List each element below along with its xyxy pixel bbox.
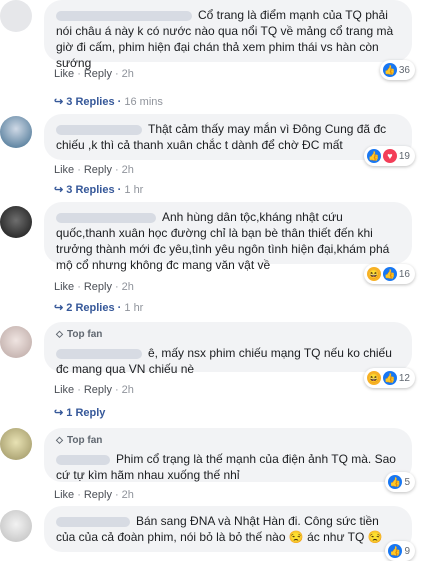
comment-bubble: ⬦ Top fan Phim cổ trạng là thế mạnh của đ…	[44, 428, 412, 482]
top-fan-label: Top fan	[67, 435, 103, 446]
reply-arrow-icon: ↪	[54, 184, 64, 196]
like-link[interactable]: Like	[54, 384, 74, 396]
reply-link[interactable]: Reply	[84, 489, 112, 501]
replies-count: 2 Replies	[66, 302, 115, 314]
timestamp[interactable]: 2h	[122, 281, 134, 293]
timestamp[interactable]: 2h	[122, 489, 134, 501]
timestamp[interactable]: 2h	[122, 384, 134, 396]
view-replies-link[interactable]: ↪ 3 Replies · 1 hr	[54, 183, 143, 196]
badge-icon: ⬦	[56, 329, 63, 340]
reaction-summary[interactable]: 😆 👍 16	[363, 264, 415, 284]
comment-bubble: ⬦ Top fan ê, mấy nsx phim chiếu mạng TQ n…	[44, 322, 412, 376]
reply-link[interactable]: Reply	[84, 281, 112, 293]
avatar[interactable]	[0, 326, 32, 358]
reply-link[interactable]: Reply	[84, 384, 112, 396]
author-name[interactable]	[56, 348, 142, 359]
view-replies-link[interactable]: ↪ 2 Replies · 1 hr	[54, 301, 143, 314]
reaction-count: 9	[404, 545, 410, 557]
author-name[interactable]	[56, 516, 130, 527]
comment-actions: Like · Reply · 2h	[54, 68, 134, 80]
love-icon: ♥	[382, 149, 397, 163]
top-fan-badge: ⬦ Top fan	[56, 327, 400, 343]
reply-link[interactable]: Reply	[84, 68, 112, 80]
reaction-summary[interactable]: 👍 ♥ 19	[363, 146, 415, 166]
comment-actions: Like · Reply · 2h	[54, 281, 134, 293]
reaction-count: 12	[398, 372, 410, 384]
like-link[interactable]: Like	[54, 164, 74, 176]
replies-count: 3 Replies	[66, 184, 115, 196]
like-icon: 👍	[382, 63, 397, 77]
comment-actions: Like · Reply · 2h	[54, 164, 134, 176]
top-fan-badge: ⬦ Top fan	[56, 433, 400, 449]
replies-time: 1 hr	[124, 184, 144, 196]
comment-bubble: Bán sang ĐNA và Nhật Hàn đi. Công sức ti…	[44, 506, 412, 552]
comment-actions: Like · Reply · 2h	[54, 489, 134, 501]
reply-arrow-icon: ↪	[54, 407, 64, 419]
reaction-count: 19	[398, 150, 410, 162]
badge-icon: ⬦	[56, 435, 63, 446]
like-link[interactable]: Like	[54, 489, 74, 501]
author-name[interactable]	[56, 10, 192, 21]
comment-bubble: Anh hùng dân tộc,kháng nhật cứu quốc,tha…	[44, 202, 412, 272]
replies-count: 3 Replies	[66, 96, 115, 108]
reply-arrow-icon: ↪	[54, 96, 64, 108]
reaction-count: 5	[404, 476, 410, 488]
comment-bubble: Thật cảm thấy may mắn vì Đông Cung đã đc…	[44, 114, 412, 160]
top-fan-label: Top fan	[67, 329, 103, 340]
reply-arrow-icon: ↪	[54, 302, 64, 314]
view-replies-link[interactable]: ↪ 1 Reply	[54, 406, 105, 419]
avatar[interactable]	[0, 510, 32, 542]
timestamp[interactable]: 2h	[122, 164, 134, 176]
avatar[interactable]	[0, 428, 32, 460]
reaction-summary[interactable]: 😆 👍 12	[363, 368, 415, 388]
like-icon: 👍	[366, 149, 381, 163]
replies-time: 1 hr	[124, 302, 144, 314]
haha-icon: 😆	[366, 371, 381, 385]
author-name[interactable]	[56, 454, 110, 465]
like-link[interactable]: Like	[54, 68, 74, 80]
avatar[interactable]	[0, 206, 32, 238]
replies-time: 16 mins	[124, 96, 163, 108]
comments-list: Cổ trang là điểm mạnh của TQ phải nói ch…	[0, 0, 421, 561]
like-icon: 👍	[388, 475, 403, 489]
comment-actions: Like · Reply · 2h	[54, 384, 134, 396]
haha-icon: 😆	[366, 267, 381, 281]
author-name[interactable]	[56, 124, 142, 135]
like-icon: 👍	[382, 371, 397, 385]
like-link[interactable]: Like	[54, 281, 74, 293]
reaction-summary[interactable]: 👍 5	[385, 472, 415, 492]
reaction-summary[interactable]: 👍 9	[385, 541, 415, 561]
like-icon: 👍	[388, 544, 403, 558]
reaction-count: 36	[398, 64, 410, 76]
reaction-summary[interactable]: 👍 36	[379, 60, 415, 80]
like-icon: 👍	[382, 267, 397, 281]
replies-count: 1 Reply	[66, 407, 106, 419]
comment-bubble: Cổ trang là điểm mạnh của TQ phải nói ch…	[44, 0, 412, 70]
author-name[interactable]	[56, 212, 156, 223]
timestamp[interactable]: 2h	[122, 68, 134, 80]
reply-link[interactable]: Reply	[84, 164, 112, 176]
avatar[interactable]	[0, 0, 32, 32]
avatar[interactable]	[0, 116, 32, 148]
view-replies-link[interactable]: ↪ 3 Replies · 16 mins	[54, 95, 163, 108]
reaction-count: 16	[398, 268, 410, 280]
